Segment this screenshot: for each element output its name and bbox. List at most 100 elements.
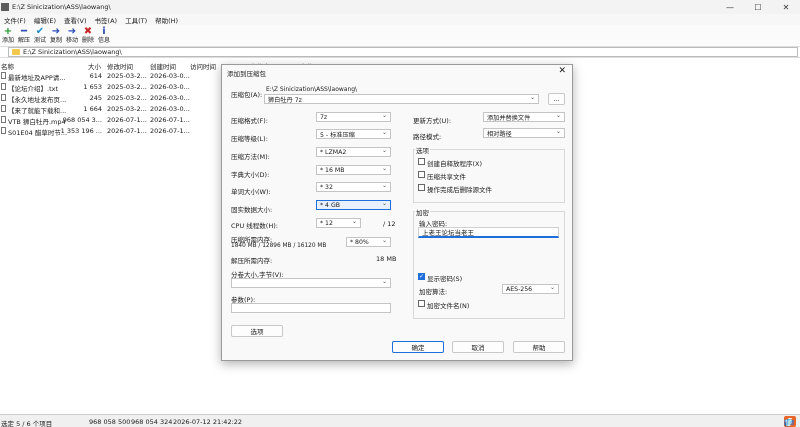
cell-modified: 2026-07-1... [107,116,147,124]
path-mode-select[interactable]: 相对路径 ⌄ [483,128,565,138]
file-icon [1,72,6,79]
password-input[interactable]: 上老王论坛当老王 [418,227,559,238]
copy-icon: ➜ [51,26,61,37]
file-icon [1,83,6,90]
dict-select[interactable]: * 16 MB ⌄ [316,165,391,175]
cell-modified: 2025-03-2... [107,72,147,80]
encrypt-names-checkbox[interactable] [418,300,425,307]
toolbar-info-button[interactable]: i 信息 [96,25,112,46]
toolbar-label: 移动 [65,37,78,44]
solid-select[interactable]: * 4 GB ⌄ [316,200,391,210]
test-icon: ✔ [35,26,45,37]
cell-size: 1 664 [83,105,102,113]
options-group-title: 选项 [415,145,430,155]
archive-name-combo[interactable]: 狮白牡丹 7z ⌄ [264,94,539,104]
split-combo[interactable]: ⌄ [231,278,391,288]
help-button[interactable]: 帮助 [513,341,565,353]
ok-button[interactable]: 确定 [392,341,444,353]
browse-button[interactable]: ... [548,93,565,105]
toolbar-delete-button[interactable]: ✖ 删除 [80,25,96,46]
add-to-archive-dialog: 添加到压缩包 ✕ 压缩包(A): E:\Z Sinicization\ASS\l… [221,64,573,361]
toolbar-test-button[interactable]: ✔ 测试 [32,25,48,46]
close-window-button[interactable]: ✕ [772,0,800,14]
cell-created: 2026-03-0... [150,83,190,91]
update-label: 更新方式(U): [413,117,452,125]
delete-source-checkbox[interactable] [418,184,425,191]
cell-size: 614 [89,72,102,80]
cell-modified: 2026-07-1... [107,127,147,135]
chevron-down-icon: ⌄ [529,94,535,101]
enc-method-select[interactable]: AES-256 ⌄ [502,284,559,294]
toolbar-extract-button[interactable]: ━ 解压 [16,25,32,46]
format-select[interactable]: 7z ⌄ [316,112,391,122]
enc-method-label: 加密算法: [419,288,448,296]
method-select[interactable]: * LZMA2 ⌄ [316,147,391,157]
grid-menu-icon[interactable]: ⠿ [784,419,789,427]
menu-bar: 文件(F) 编辑(E) 查看(V) 书签(A) 工具(T) 帮助(H) [0,14,800,25]
list-item[interactable]: 最新地址及APP请... 614 2025-03-2... 2026-03-0... [0,70,222,82]
sfx-checkbox[interactable] [418,158,425,165]
dialog-close-icon[interactable]: ✕ [558,66,566,76]
maximize-button[interactable]: ☐ [744,0,772,14]
menu-bookmarks[interactable]: 书签(A) [91,15,122,25]
file-icon [1,94,6,101]
cell-size: 1 353 196 ... [60,127,102,135]
list-item[interactable]: 【永久地址发布页... 245 2025-03-2... 2026-03-0... [0,92,222,104]
info-icon: i [102,26,106,37]
toolbar-label: 测试 [33,37,46,44]
menu-tools[interactable]: 工具(T) [121,15,151,25]
toolbar-move-button[interactable]: ➜ 移动 [64,25,80,46]
minimize-button[interactable]: — [716,0,744,14]
toolbar-label: 信息 [97,37,110,44]
status-selection: 选定 5 / 6 个项目 [1,420,53,427]
cell-modified: 2025-03-2... [107,94,147,102]
list-item[interactable]: S01E04 醋草时节... 1 353 196 ... 2026-07-1... 2… [0,125,222,137]
cell-size: 245 [89,94,102,102]
app-icon [1,3,9,11]
menu-view[interactable]: 查看(V) [60,15,91,25]
cell-created: 2026-03-0... [150,72,190,80]
toolbar-label: 添加 [1,37,14,44]
params-input[interactable] [231,303,391,313]
cell-created: 2026-03-0... [150,105,190,113]
toolbar-copy-button[interactable]: ➜ 复制 [48,25,64,46]
level-select[interactable]: 5 - 标准压缩 ⌄ [316,129,391,139]
delete-source-label: 操作完成后删除源文件 [427,186,492,194]
encryption-group-title: 加密 [415,207,430,217]
path-mode-label: 路径模式: [413,133,442,141]
toolbar: + 添加 ━ 解压 ✔ 测试 ➜ 复制 ➜ 移动 ✖ 删除 i 信息 [0,25,800,46]
threads-select[interactable]: * 12 ⌄ [316,218,361,228]
status-size-total: 968 058 500 [89,418,131,426]
mem-usage-select[interactable]: * 80% ⌄ [346,237,391,247]
menu-edit[interactable]: 编辑(E) [30,15,60,25]
toolbar-label: 解压 [17,37,30,44]
extract-icon: ━ [20,26,28,37]
ime-tray: S 中 °, ☺ 🎤 ⌨ 👕 ⠿ [784,416,796,427]
options-button[interactable]: 选项 [231,325,283,337]
update-select[interactable]: 添加并替换文件 ⌄ [483,112,565,122]
window-controls: — ☐ ✕ [716,0,800,14]
toolbar-add-button[interactable]: + 添加 [0,25,16,46]
mem-decomp-value: 18 MB [376,255,397,263]
address-path: E:\Z Sinicization\ASS\laowang\ [23,48,122,56]
word-select[interactable]: * 32 ⌄ [316,182,391,192]
menu-help[interactable]: 帮助(H) [151,15,182,25]
cell-size: 1 653 [83,83,102,91]
encrypt-names-label: 加密文件名(N) [427,302,470,310]
menu-file[interactable]: 文件(F) [0,15,30,25]
address-input[interactable]: E:\Z Sinicization\ASS\laowang\ [8,47,798,57]
cancel-button[interactable]: 取消 [452,341,504,353]
threads-label: CPU 线程数(H): [231,222,278,230]
list-item[interactable]: VTB 狮白牡丹.mp4 968 054 3... 2026-07-1... 2026… [0,114,222,126]
file-list: 最新地址及APP请... 614 2025-03-2... 2026-03-0... 【… [0,70,222,137]
show-password-checkbox[interactable]: ✓ [418,273,425,280]
file-icon [1,127,6,134]
shared-checkbox[interactable] [418,171,425,178]
dict-label: 字典大小(D): [231,171,270,179]
list-item[interactable]: 【来了就能下载和... 1 664 2025-03-2... 2026-03-0... [0,103,222,115]
cell-modified: 2025-03-2... [107,105,147,113]
toolbar-label: 删除 [81,37,94,44]
threads-max: / 12 [383,220,396,228]
format-label: 压缩格式(F): [231,117,269,125]
list-item[interactable]: 【论坛介绍】.txt 1 653 2025-03-2... 2026-03-0... [0,81,222,93]
